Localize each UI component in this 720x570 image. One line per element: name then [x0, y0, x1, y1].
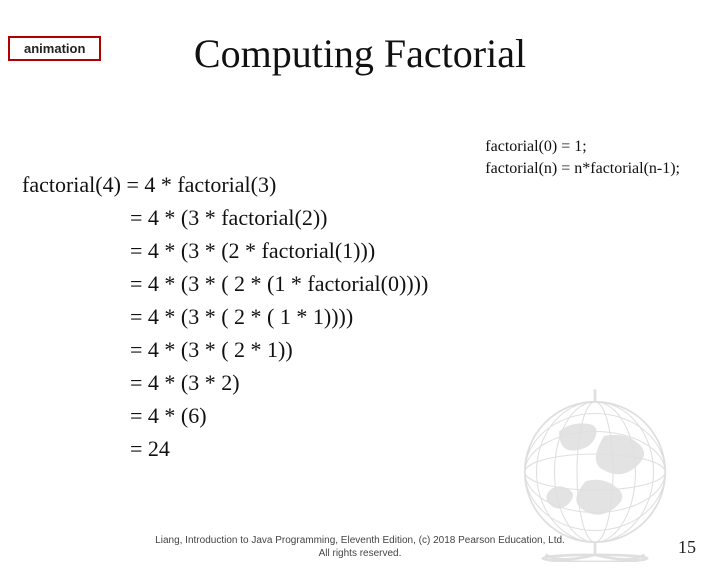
step-row: = 24 — [22, 432, 428, 465]
citation-line: All rights reserved. — [0, 548, 720, 561]
step-rhs: = 4 * (3 * ( 2 * 1)) — [130, 337, 293, 362]
citation-footer: Liang, Introduction to Java Programming,… — [0, 535, 720, 560]
step-rhs: = 4 * (3 * ( 2 * (1 * factorial(0)))) — [130, 271, 428, 296]
step-row: = 4 * (3 * factorial(2)) — [22, 201, 428, 234]
step-row: = 4 * (3 * ( 2 * 1)) — [22, 333, 428, 366]
page-number: 15 — [678, 537, 696, 558]
step-rhs: = 4 * (6) — [130, 403, 207, 428]
step-row: = 4 * (3 * (2 * factorial(1))) — [22, 234, 428, 267]
step-row: = 4 * (6) — [22, 399, 428, 432]
formula-rule: factorial(n) = n*factorial(n-1); — [485, 158, 680, 180]
derivation-steps: factorial(4) = 4 * factorial(3) = 4 * (3… — [22, 168, 428, 465]
step-row: = 4 * (3 * 2) — [22, 366, 428, 399]
animation-button[interactable]: animation — [8, 36, 101, 61]
step-rhs: = 4 * factorial(3) — [126, 172, 276, 197]
step-rhs: = 4 * (3 * (2 * factorial(1))) — [130, 238, 375, 263]
page-title: Computing Factorial — [0, 30, 720, 77]
step-rhs: = 4 * (3 * ( 2 * ( 1 * 1)))) — [130, 304, 353, 329]
formula-definition: factorial(0) = 1; factorial(n) = n*facto… — [485, 136, 680, 179]
step-row: = 4 * (3 * ( 2 * (1 * factorial(0)))) — [22, 267, 428, 300]
step-row: factorial(4) = 4 * factorial(3) — [22, 168, 428, 201]
step-rhs: = 4 * (3 * 2) — [130, 370, 240, 395]
step-rhs: = 24 — [130, 436, 170, 461]
step-lhs: factorial(4) — [22, 172, 121, 197]
formula-base: factorial(0) = 1; — [485, 136, 680, 158]
animation-label: animation — [24, 41, 85, 56]
citation-line: Liang, Introduction to Java Programming,… — [0, 535, 720, 548]
step-row: = 4 * (3 * ( 2 * ( 1 * 1)))) — [22, 300, 428, 333]
step-rhs: = 4 * (3 * factorial(2)) — [130, 205, 328, 230]
